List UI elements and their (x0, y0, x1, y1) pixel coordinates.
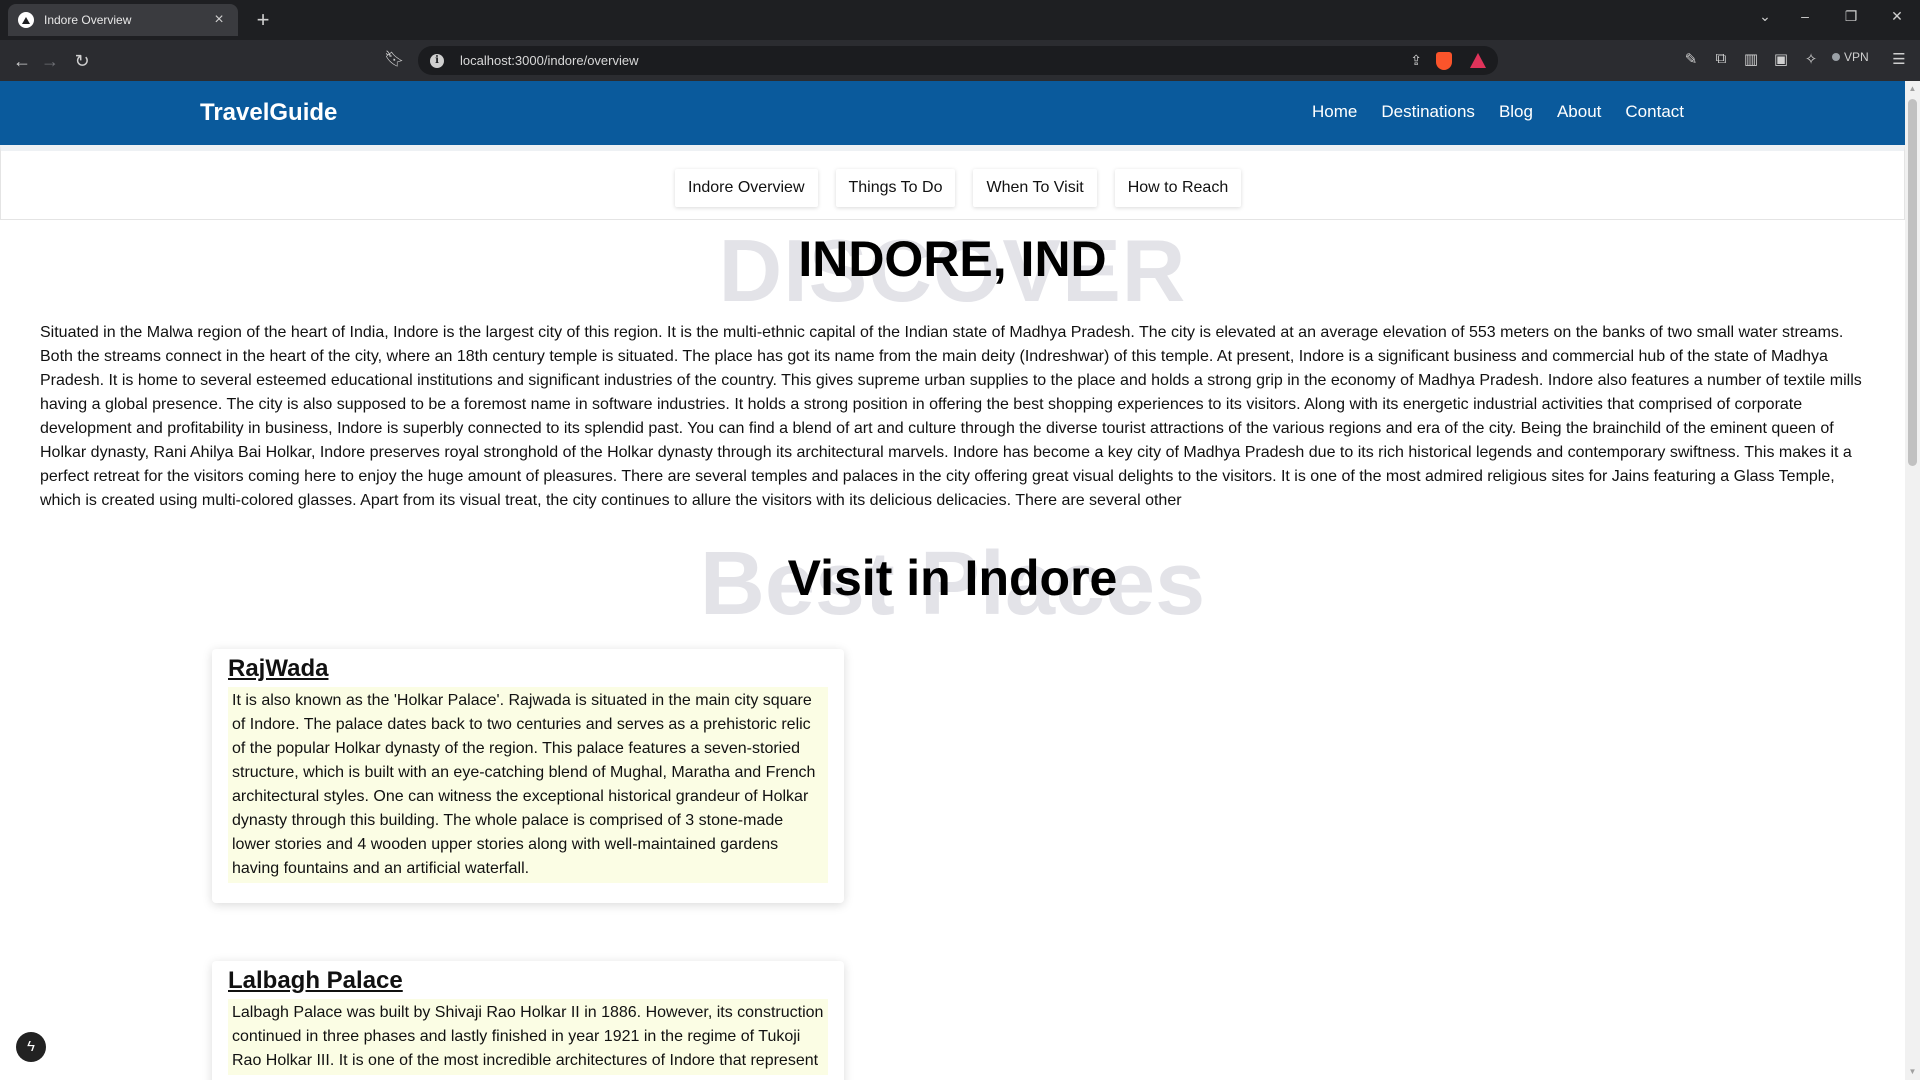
address-bar[interactable]: i localhost:3000/indore/overview ⇪ (418, 46, 1498, 75)
bookmark-icon[interactable]: 🔖︎ (384, 49, 404, 69)
tab-search-chevron-icon[interactable]: ⌄ (1750, 8, 1780, 25)
brave-rewards-icon[interactable] (1470, 53, 1486, 68)
scroll-up-icon[interactable]: ▲ (1908, 84, 1917, 94)
vpn-button[interactable]: VPN (1832, 50, 1869, 64)
nav-blog[interactable]: Blog (1499, 102, 1533, 122)
city-subnav: Indore Overview Things To Do When To Vis… (0, 145, 1905, 220)
tab-indore-overview[interactable]: Indore Overview (675, 169, 818, 207)
close-tab-icon[interactable]: × (210, 11, 228, 29)
browser-toolbar: ← → ↻ 🔖︎ i localhost:3000/indore/overvie… (0, 40, 1920, 81)
nav-contact[interactable]: Contact (1625, 102, 1684, 122)
place-title[interactable]: RajWada (228, 655, 828, 683)
browser-tab-strip: Indore Overview × + ⌄ – ❐ ✕ (0, 0, 1920, 40)
places-title: Visit in Indore (787, 550, 1118, 606)
minimize-icon[interactable]: – (1790, 8, 1820, 24)
url-text[interactable]: localhost:3000/indore/overview (460, 53, 1410, 68)
place-title[interactable]: Lalbagh Palace (228, 967, 828, 995)
page-viewport: TravelGuide Home Destinations Blog About… (0, 81, 1905, 1080)
menu-icon[interactable]: ☰ (1888, 50, 1910, 68)
place-card-rajwada: RajWada It is also known as the 'Holkar … (212, 649, 844, 903)
reload-icon[interactable]: ↻ (70, 49, 94, 73)
site-header: TravelGuide Home Destinations Blog About… (0, 81, 1905, 145)
tab-when-to-visit[interactable]: When To Visit (973, 169, 1097, 207)
new-tab-button[interactable]: + (250, 7, 276, 33)
leo-ai-icon[interactable]: ✧ (1800, 50, 1822, 68)
page-scrollbar[interactable]: ▲ ▼ (1905, 81, 1920, 1080)
nav-destinations[interactable]: Destinations (1381, 102, 1475, 122)
places-heading: Best Places Visit in Indore (0, 533, 1905, 643)
extensions-icon[interactable]: ⧉ (1710, 50, 1732, 67)
nav-home[interactable]: Home (1312, 102, 1357, 122)
share-icon[interactable]: ⇪ (1410, 52, 1422, 69)
brand-logo[interactable]: TravelGuide (200, 99, 337, 127)
tab-things-to-do[interactable]: Things To Do (835, 169, 956, 207)
back-icon[interactable]: ← (10, 49, 34, 73)
scrollbar-thumb[interactable] (1908, 99, 1917, 466)
wallet-icon[interactable]: ▣ (1770, 50, 1792, 68)
main-nav: Home Destinations Blog About Contact (1312, 102, 1684, 122)
forward-icon[interactable]: → (38, 49, 62, 73)
place-card-lalbagh: Lalbagh Palace Lalbagh Palace was built … (212, 961, 844, 1080)
hero-heading: DISCOVER INDORE, IND (0, 220, 1905, 320)
favicon-icon (18, 12, 34, 28)
brave-shields-icon[interactable] (1436, 51, 1452, 70)
lightning-icon[interactable]: ϟ (16, 1032, 46, 1062)
sidebar-icon[interactable]: ▥ (1740, 50, 1762, 68)
tab-how-to-reach[interactable]: How to Reach (1114, 169, 1242, 207)
page-title: INDORE, IND (798, 231, 1107, 287)
browser-tab-active[interactable]: Indore Overview × (8, 4, 238, 36)
site-info-icon[interactable]: i (430, 53, 444, 68)
vpn-label: VPN (1844, 50, 1869, 64)
scroll-down-icon[interactable]: ▼ (1908, 1067, 1917, 1077)
tab-title: Indore Overview (44, 13, 132, 27)
intro-paragraph: Situated in the Malwa region of the hear… (40, 324, 1862, 509)
place-description: It is also known as the 'Holkar Palace'.… (228, 687, 828, 883)
vpn-status-icon (1832, 53, 1840, 61)
place-description: Lalbagh Palace was built by Shivaji Rao … (228, 999, 828, 1075)
brush-icon[interactable]: ✎ (1680, 50, 1702, 68)
restore-icon[interactable]: ❐ (1836, 8, 1866, 25)
nav-about[interactable]: About (1557, 102, 1601, 122)
window-close-icon[interactable]: ✕ (1882, 8, 1912, 25)
